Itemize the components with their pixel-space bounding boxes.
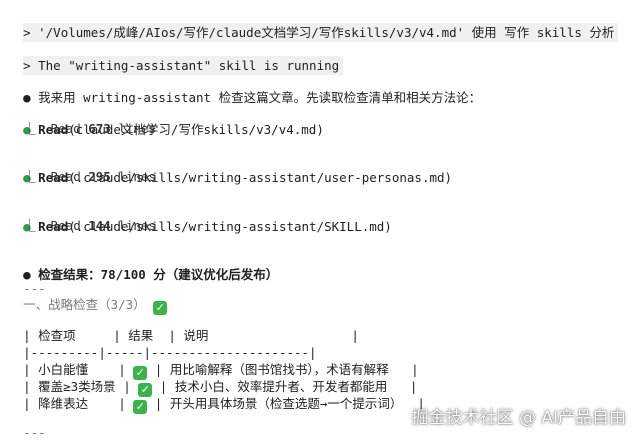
table-header: | 检查项 | 结果 | 说明 | [23, 328, 359, 343]
result-summary: ● 检查结果：78/100 分（建议优化后发布） [8, 248, 278, 284]
read-result: ⎿ Read 144 lines [8, 217, 156, 235]
assistant-message: ● 我来用 writing-assistant 检查这篇文章。先读取检查清单和相… [8, 71, 481, 107]
read-result-prefix: ⎿ Read [23, 218, 89, 233]
trailing-divider: --- [23, 425, 46, 440]
read-result: ⎿ Read 295 lines [8, 168, 156, 186]
skill-notice: > The "writing-assistant" skill is runni… [8, 39, 344, 75]
table-row: | 降维表达 | ✓ | 开头用具体场景（检查选题→一个提示词） | [23, 396, 425, 414]
table-separator: |---------|-----|---------------------| [23, 345, 317, 360]
read-result: ⎿ Read 673 lines [8, 120, 156, 138]
check-icon: ✓ [133, 400, 148, 414]
read-result-count: 295 [88, 169, 111, 184]
check-icon: ✓ [153, 301, 168, 315]
read-result-count: 673 [88, 121, 111, 136]
prompt-mark: > [23, 25, 31, 40]
read-result-count: 144 [88, 218, 111, 233]
read-result-suffix: lines [110, 218, 156, 233]
user-prompt: > '/Volumes/成峰/AIos/写作/claude文档学习/写作skil… [8, 6, 619, 42]
section-title: 一、战略检查（3/3） ✓ [8, 296, 168, 315]
result-text: 检查结果：78/100 分（建议优化后发布） [38, 267, 279, 282]
read-result-suffix: lines [110, 169, 156, 184]
read-result-suffix: lines [110, 121, 156, 136]
read-result-prefix: ⎿ Read [23, 121, 89, 136]
watermark: 掘金技术社区 @ AI产品自由 [411, 408, 626, 428]
read-result-prefix: ⎿ Read [23, 169, 89, 184]
prompt-command: '/Volumes/成峰/AIos/写作/claude文档学习/写作skills… [38, 25, 615, 40]
